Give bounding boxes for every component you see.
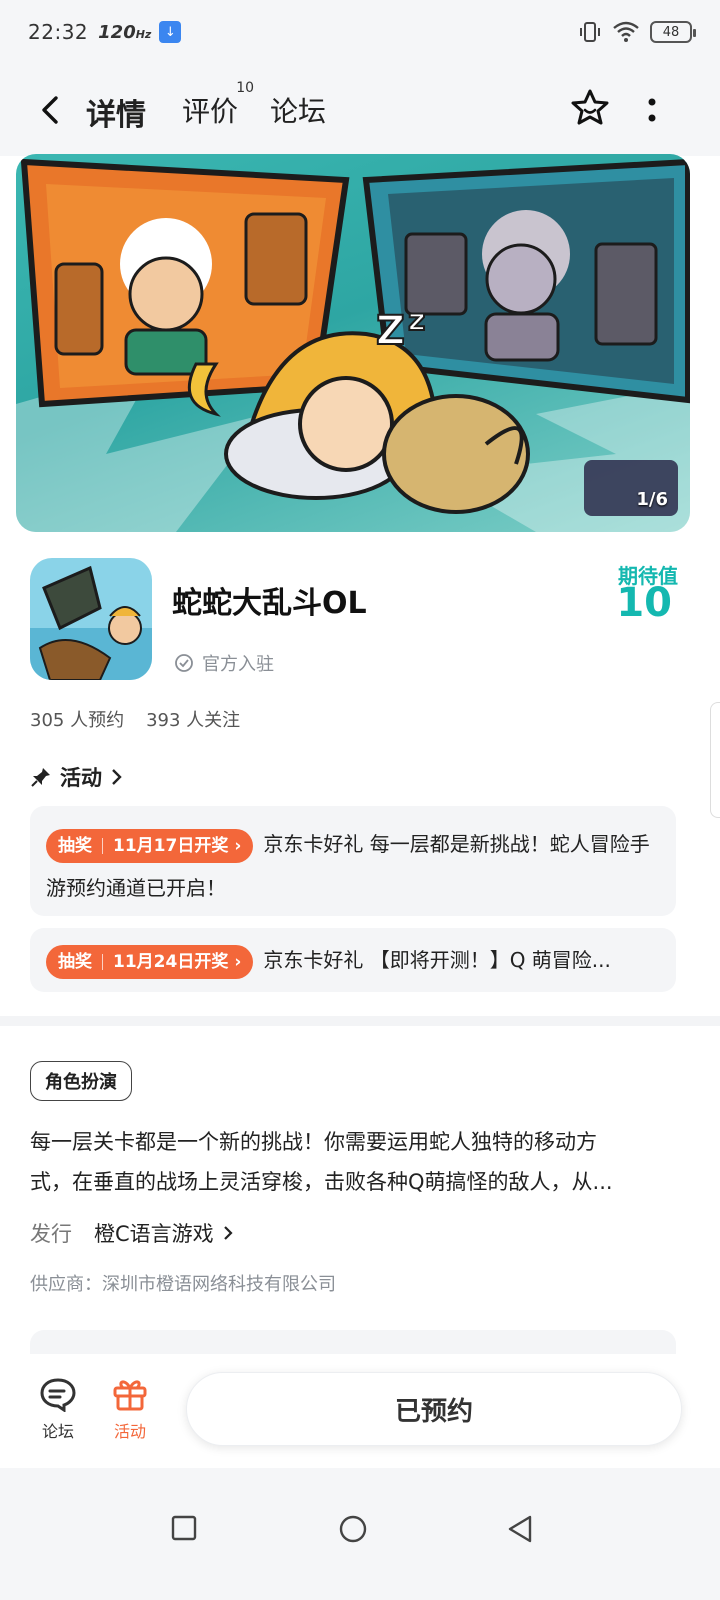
description-line: 每一层关卡都是一个新的挑战！你需要运用蛇人独特的移动方 xyxy=(30,1130,597,1154)
tab-details-label: 详情 xyxy=(86,98,146,133)
verified-check-icon xyxy=(175,654,193,672)
activity-button-label: 活动 xyxy=(113,1422,146,1441)
lottery-tag-type: 抽奖 xyxy=(58,951,92,972)
back-triangle-icon[interactable] xyxy=(506,1514,534,1544)
activity-card-content: 抽奖 11月17日开奖 › 京东卡好礼 每一层都是新挑战！蛇人冒险手游预约通道已… xyxy=(46,822,660,910)
vibrate-icon xyxy=(580,22,600,42)
official-badge: 官方入驻 xyxy=(174,650,274,676)
svg-text:z: z xyxy=(408,303,425,338)
official-label: 官方入驻 xyxy=(202,654,274,675)
activities-header[interactable]: 活动 xyxy=(30,762,124,792)
activity-card[interactable]: 抽奖 11月24日开奖 › 京东卡好礼 【即将开测！】Q 萌冒险... xyxy=(30,928,676,992)
home-circle-icon[interactable] xyxy=(338,1514,368,1544)
top-nav: 详情 评价 10 论坛 xyxy=(0,64,720,156)
chevron-right-icon xyxy=(112,769,122,785)
expectation-value: 10 xyxy=(616,580,672,626)
publisher-name-wrap: 橙C语言游戏 xyxy=(94,1218,234,1248)
game-app-icon xyxy=(30,558,152,680)
tab-reviews[interactable]: 评价 10 xyxy=(182,80,254,130)
forum-chat-icon xyxy=(40,1378,76,1412)
follower-count: 393 人关注 xyxy=(146,710,241,731)
section-divider xyxy=(0,1016,720,1026)
back-arrow-icon[interactable] xyxy=(32,90,72,130)
reserved-button[interactable]: 已预约 xyxy=(186,1372,682,1446)
tab-forum[interactable]: 论坛 xyxy=(270,90,326,130)
refresh-rate-indicator: 120Hz xyxy=(98,21,152,43)
lottery-tag: 抽奖 11月24日开奖 › xyxy=(46,944,254,979)
activity-button[interactable]: 活动 xyxy=(100,1376,160,1442)
review-count-badge: 10 xyxy=(236,80,255,96)
banner-page-counter: 1/6 xyxy=(636,489,668,510)
activity-card-content: 抽奖 11月24日开奖 › 京东卡好礼 【即将开测！】Q 萌冒险... xyxy=(46,944,660,979)
tab-reviews-label: 评价 xyxy=(182,95,239,128)
status-bar: 22:32 120Hz ↓ 48 xyxy=(0,0,720,64)
description-line: 式，在垂直的战场上灵活穿梭，击败各种Q萌搞怪的敌人，从... xyxy=(30,1170,613,1194)
activity-card[interactable]: 抽奖 11月17日开奖 › 京东卡好礼 每一层都是新挑战！蛇人冒险手游预约通道已… xyxy=(30,806,676,916)
game-banner[interactable]: Z z 1/6 xyxy=(16,154,690,532)
publisher-label: 发行 xyxy=(30,1222,72,1246)
recent-apps-square-icon[interactable] xyxy=(170,1514,198,1542)
wifi-icon xyxy=(613,21,639,42)
genre-tag[interactable]: 角色扮演 xyxy=(30,1061,132,1101)
supplier-info: 供应商：深圳市橙语网络科技有限公司 xyxy=(30,1274,336,1295)
game-stats: 305 人预约 393 人关注 xyxy=(30,706,240,732)
gift-icon xyxy=(113,1380,147,1411)
lottery-tag-date: 11月17日开奖 xyxy=(113,835,229,856)
svg-text:Z: Z xyxy=(376,308,405,354)
lottery-tag-type: 抽奖 xyxy=(58,835,92,856)
more-options-icon[interactable] xyxy=(638,90,666,130)
bottom-action-bar: 论坛 活动 已预约 xyxy=(0,1356,720,1468)
favorite-star-icon[interactable] xyxy=(568,86,612,130)
next-section-card xyxy=(30,1330,676,1354)
publisher-name: 橙C语言游戏 xyxy=(94,1222,214,1246)
publisher-row[interactable]: 发行 橙C语言游戏 xyxy=(30,1218,234,1248)
reservation-count: 305 人预约 xyxy=(30,710,125,731)
tab-forum-label: 论坛 xyxy=(270,95,327,128)
game-title: 蛇蛇大乱斗OL xyxy=(172,586,367,621)
game-description[interactable]: 每一层关卡都是一个新的挑战！你需要运用蛇人独特的移动方 式，在垂直的战场上灵活穿… xyxy=(30,1122,666,1202)
status-time: 22:32 xyxy=(28,20,89,44)
chevron-right-icon xyxy=(223,1226,233,1240)
battery-indicator: 48 xyxy=(650,21,696,43)
forum-button-label: 论坛 xyxy=(41,1422,74,1441)
side-drawer-handle[interactable] xyxy=(710,702,720,818)
activity-text: 京东卡好礼 【即将开测！】Q 萌冒险... xyxy=(263,948,611,972)
system-nav-bar xyxy=(0,1468,720,1600)
forum-button[interactable]: 论坛 xyxy=(28,1376,88,1442)
lottery-tag: 抽奖 11月17日开奖 › xyxy=(46,828,254,863)
lottery-tag-date: 11月24日开奖 xyxy=(113,951,229,972)
pin-icon xyxy=(31,768,50,787)
tab-details[interactable]: 详情 xyxy=(84,90,150,134)
activities-title: 活动 xyxy=(60,766,102,790)
banner-artwork: Z z xyxy=(16,158,690,532)
download-icon: ↓ xyxy=(159,21,182,43)
